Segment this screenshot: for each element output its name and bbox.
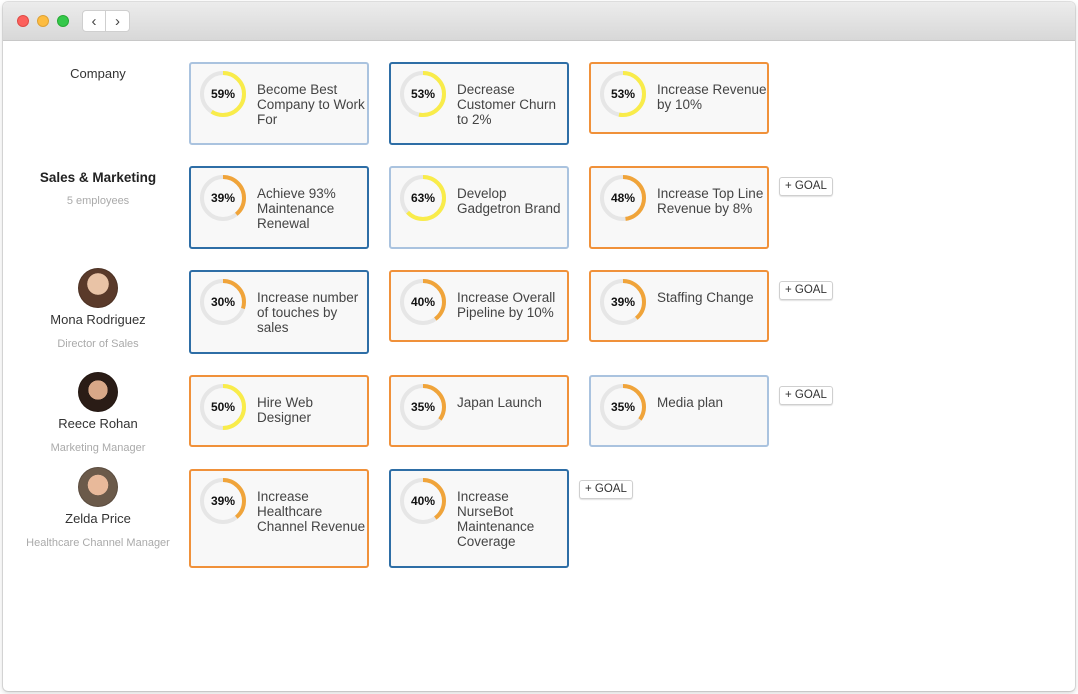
goal-card[interactable]: 35% Japan Launch <box>389 375 569 447</box>
goal-card[interactable]: 59% Become Best Company to Work For <box>189 62 369 145</box>
goal-card[interactable]: 39% Achieve 93% Maintenance Renewal <box>189 166 369 249</box>
goal-card[interactable]: 35% Media plan <box>589 375 769 447</box>
progress-percent: 39% <box>210 494 236 508</box>
add-goal-button[interactable]: + GOAL <box>579 480 633 499</box>
progress-percent: 50% <box>210 400 236 414</box>
progress-percent: 48% <box>610 191 636 205</box>
goal-card[interactable]: 39% Staffing Change <box>589 270 769 342</box>
add-goal-button[interactable]: + GOAL <box>779 386 833 405</box>
avatar <box>78 372 118 412</box>
progress-percent: 39% <box>610 295 636 309</box>
title-bar: ‹ › <box>3 2 1075 41</box>
forward-button[interactable]: › <box>106 10 130 32</box>
add-goal-button[interactable]: + GOAL <box>779 281 833 300</box>
goal-title: Increase Overall Pipeline by 10% <box>457 290 556 320</box>
progress-percent: 40% <box>410 494 436 508</box>
goal-card[interactable]: 40% Increase Overall Pipeline by 10% <box>389 270 569 342</box>
goal-card[interactable]: 53% Decrease Customer Churn to 2% <box>389 62 569 145</box>
person-name: Zelda Price <box>65 511 131 526</box>
progress-percent: 53% <box>410 87 436 101</box>
avatar <box>78 467 118 507</box>
progress-percent: 63% <box>410 191 436 205</box>
progress-percent: 35% <box>410 400 436 414</box>
chevron-right-icon: › <box>115 12 120 30</box>
person-name: Reece Rohan <box>58 416 138 431</box>
goal-card[interactable]: 39% Increase Healthcare Channel Revenue <box>189 469 369 568</box>
add-goal-button[interactable]: + GOAL <box>779 177 833 196</box>
employee-count: 5 employees <box>66 195 130 207</box>
progress-percent: 40% <box>410 295 436 309</box>
goal-card[interactable]: 48% Increase Top Line Revenue by 8% <box>589 166 769 249</box>
app-window: ‹ › Company Sales & Marketing 5 employee… <box>3 2 1075 691</box>
goal-card[interactable]: 50% Hire Web Designer <box>189 375 369 447</box>
person-name: Mona Rodriguez <box>50 312 146 327</box>
goal-title: Hire Web Designer <box>257 395 314 425</box>
row-label-person[interactable]: Mona Rodriguez Director of Sales <box>3 268 193 350</box>
goal-card[interactable]: 30% Increase number of touches by sales <box>189 270 369 354</box>
goal-title: Increase Top Line Revenue by 8% <box>657 186 764 216</box>
person-role: Director of Sales <box>57 338 139 350</box>
person-role: Marketing Manager <box>50 442 146 454</box>
row-label-team[interactable]: Sales & Marketing 5 employees <box>3 170 193 207</box>
goal-title: Develop Gadgetron Brand <box>457 186 561 216</box>
goal-title: Staffing Change <box>657 290 754 305</box>
zoom-window-button[interactable] <box>57 15 69 27</box>
goal-title: Increase Healthcare Channel Revenue <box>257 489 366 534</box>
goal-title: Decrease Customer Churn to 2% <box>457 82 557 127</box>
progress-percent: 59% <box>210 87 236 101</box>
avatar <box>78 268 118 308</box>
progress-percent: 35% <box>610 400 636 414</box>
goal-card[interactable]: 40% Increase NurseBot Maintenance Coverag… <box>389 469 569 568</box>
team-name: Sales & Marketing <box>39 170 157 185</box>
goal-title: Become Best Company to Work For <box>257 82 365 127</box>
goal-title: Media plan <box>657 395 724 410</box>
row-label-person[interactable]: Zelda Price Healthcare Channel Manager <box>3 467 193 549</box>
close-window-button[interactable] <box>17 15 29 27</box>
goal-card[interactable]: 53% Increase Revenue by 10% <box>589 62 769 134</box>
progress-percent: 53% <box>610 87 636 101</box>
chevron-left-icon: ‹ <box>91 12 97 30</box>
row-label-company: Company <box>3 66 193 81</box>
progress-percent: 30% <box>210 295 236 309</box>
back-button[interactable]: ‹ <box>82 10 106 32</box>
row-label-person[interactable]: Reece Rohan Marketing Manager <box>3 372 193 454</box>
goal-title: Increase Revenue by 10% <box>657 82 767 112</box>
row-name: Company <box>70 66 126 81</box>
progress-percent: 39% <box>210 191 236 205</box>
person-role: Healthcare Channel Manager <box>26 537 170 549</box>
goal-title: Increase NurseBot Maintenance Coverage <box>457 489 535 549</box>
goal-card[interactable]: 63% Develop Gadgetron Brand <box>389 166 569 249</box>
goals-board: Company Sales & Marketing 5 employees Mo… <box>3 41 1075 691</box>
goal-title: Increase number of touches by sales <box>257 290 359 335</box>
minimize-window-button[interactable] <box>37 15 49 27</box>
goal-title: Achieve 93% Maintenance Renewal <box>257 186 336 231</box>
goal-title: Japan Launch <box>457 395 542 410</box>
